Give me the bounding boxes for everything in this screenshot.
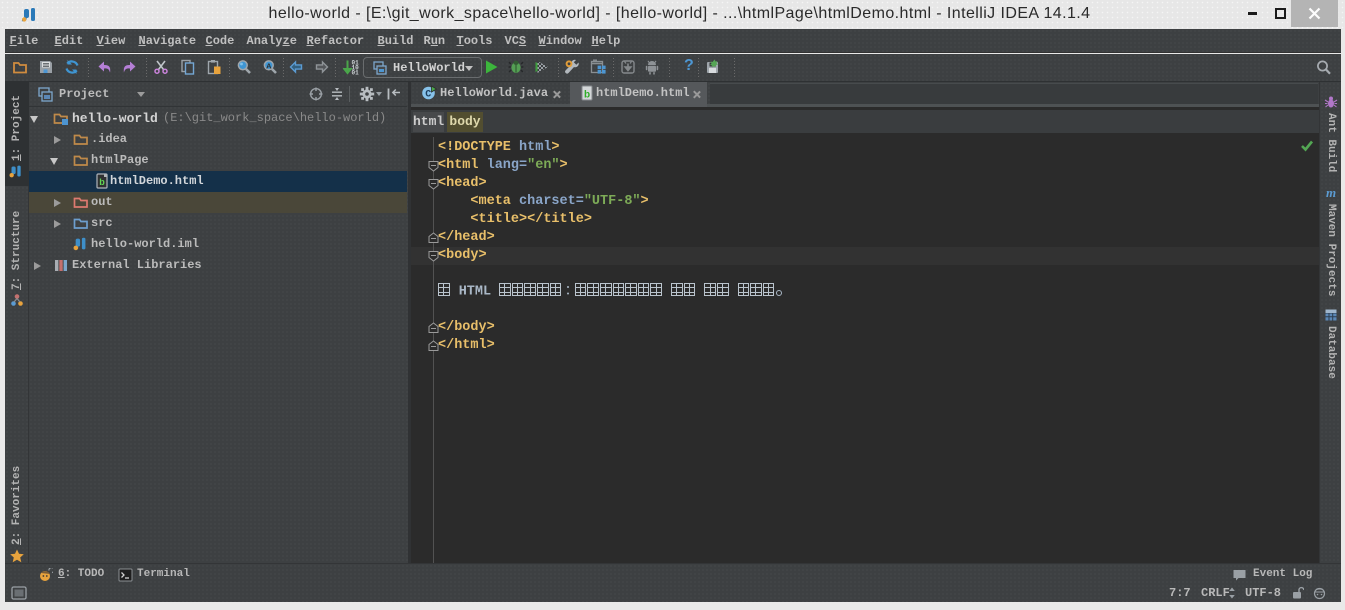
svg-text:C: C (425, 90, 431, 101)
svg-text:m: m (1326, 185, 1336, 199)
svg-text:01: 01 (352, 70, 360, 76)
svg-text:b: b (584, 90, 590, 101)
svg-text:b: b (99, 177, 105, 187)
svg-text:A: A (266, 62, 272, 71)
